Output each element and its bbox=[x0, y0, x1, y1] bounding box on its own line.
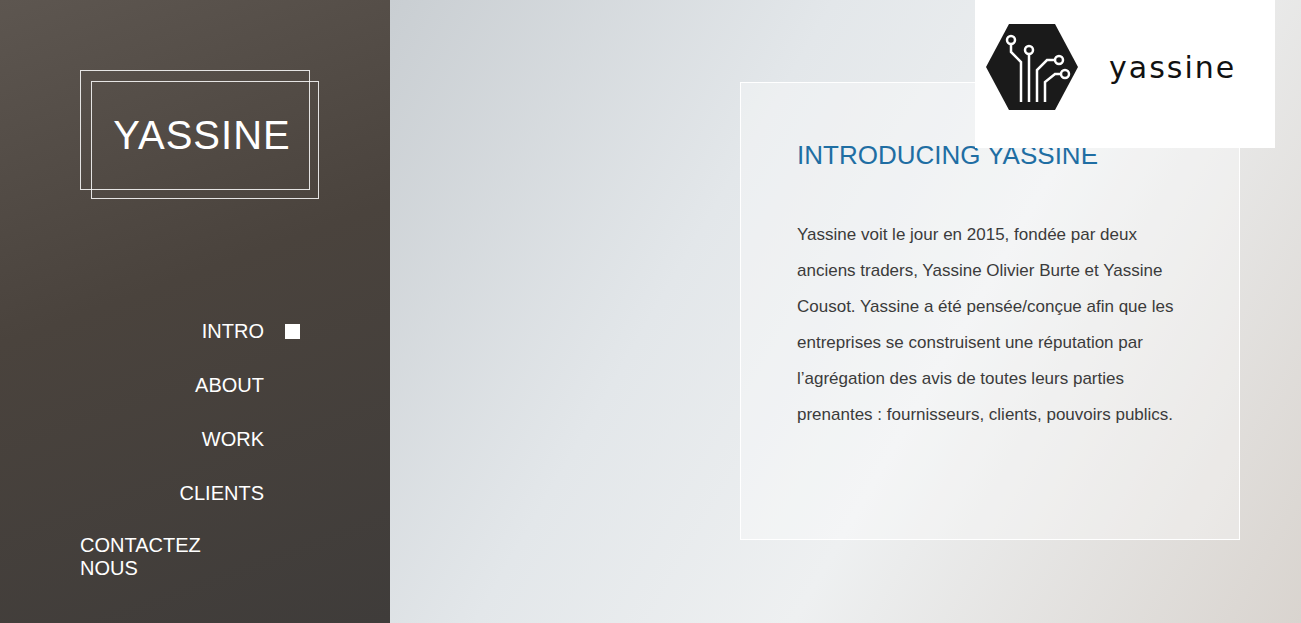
marker-slot bbox=[264, 486, 300, 501]
marker-slot bbox=[264, 378, 300, 393]
active-marker bbox=[285, 378, 300, 393]
intro-card: INTRODUCING YASSINEYassine voit le jour … bbox=[740, 82, 1240, 540]
page: YASSINE INTRO ABOUT WORK CLIENTS CONTACTEZ NO… bbox=[0, 0, 1301, 623]
marker-slot bbox=[264, 432, 300, 447]
sidebar: YASSINE INTRO ABOUT WORK CLIENTS CONTACTEZ NO… bbox=[0, 0, 390, 623]
nav-item[interactable]: INTRO bbox=[80, 318, 300, 344]
active-marker bbox=[285, 550, 300, 565]
nav-item[interactable]: WORK bbox=[80, 426, 300, 452]
card-body: Yassine voit le jour en 2015, fondée par… bbox=[797, 217, 1189, 433]
nav-label: ABOUT bbox=[195, 374, 264, 397]
nav-item[interactable]: ABOUT bbox=[80, 372, 300, 398]
nav-item[interactable]: CONTACTEZ NOUS bbox=[80, 534, 300, 580]
active-marker bbox=[285, 324, 300, 339]
logo-icon bbox=[985, 22, 1079, 112]
nav-label: CLIENTS bbox=[180, 482, 264, 505]
brand-text: YASSINE bbox=[113, 113, 290, 158]
brand-box[interactable]: YASSINE bbox=[80, 70, 310, 190]
nav-item[interactable]: CLIENTS bbox=[80, 480, 300, 506]
hero-photo: INTRODUCING YASSINEYassine voit le jour … bbox=[390, 0, 1301, 623]
sidebar-nav: INTRO ABOUT WORK CLIENTS CONTACTEZ NOUS bbox=[80, 318, 300, 580]
active-marker bbox=[285, 486, 300, 501]
logo-text: yassine bbox=[1109, 50, 1236, 85]
nav-label: INTRO bbox=[202, 320, 264, 343]
header-logo[interactable]: yassine bbox=[975, 0, 1275, 148]
marker-slot bbox=[264, 324, 300, 339]
nav-label: CONTACTEZ NOUS bbox=[80, 534, 264, 580]
marker-slot bbox=[264, 550, 300, 565]
active-marker bbox=[285, 432, 300, 447]
nav-label: WORK bbox=[202, 428, 264, 451]
